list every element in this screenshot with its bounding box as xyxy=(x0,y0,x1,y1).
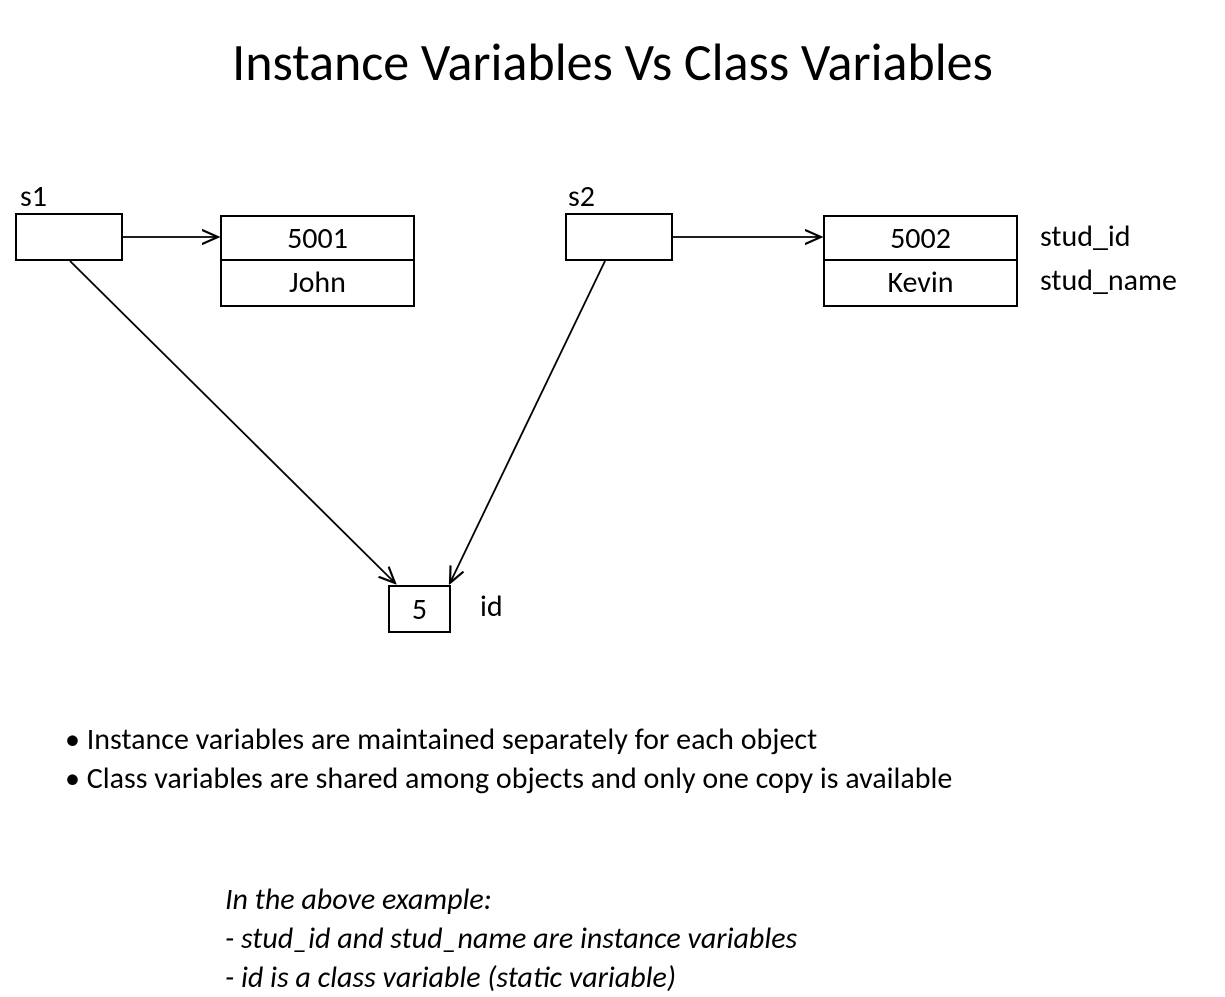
s1-stud-id: 5001 xyxy=(222,217,413,261)
bullet-1: Instance variables are maintained separa… xyxy=(65,720,952,759)
bullet-2: Class variables are shared among objects… xyxy=(65,759,952,798)
field-label-id: id xyxy=(480,588,503,625)
arrow-s1-to-shared xyxy=(70,261,395,583)
s1-label: s1 xyxy=(20,178,47,215)
s1-stud-name: John xyxy=(222,261,413,305)
arrow-s2-to-shared xyxy=(450,261,605,583)
field-label-stud-name: stud_name xyxy=(1040,262,1177,299)
field-label-stud-id: stud_id xyxy=(1040,218,1131,255)
s2-data-table: 5002 Kevin xyxy=(823,215,1018,307)
arrows-layer xyxy=(0,0,1225,991)
s1-data-table: 5001 John xyxy=(220,215,415,307)
page-title: Instance Variables Vs Class Variables xyxy=(0,30,1225,94)
s2-stud-name: Kevin xyxy=(825,261,1016,305)
s2-stud-id: 5002 xyxy=(825,217,1016,261)
note-line2: - stud_id and stud_name are instance var… xyxy=(225,919,797,958)
s1-ref-box xyxy=(15,213,123,261)
note-line1: In the above example: xyxy=(225,880,797,919)
example-note: In the above example: - stud_id and stud… xyxy=(225,880,797,997)
shared-id-box: 5 xyxy=(388,585,451,633)
s2-ref-box xyxy=(565,213,673,261)
s2-label: s2 xyxy=(568,178,595,215)
note-line3: - id is a class variable (static variabl… xyxy=(225,958,797,997)
bullet-list: Instance variables are maintained separa… xyxy=(65,720,952,798)
